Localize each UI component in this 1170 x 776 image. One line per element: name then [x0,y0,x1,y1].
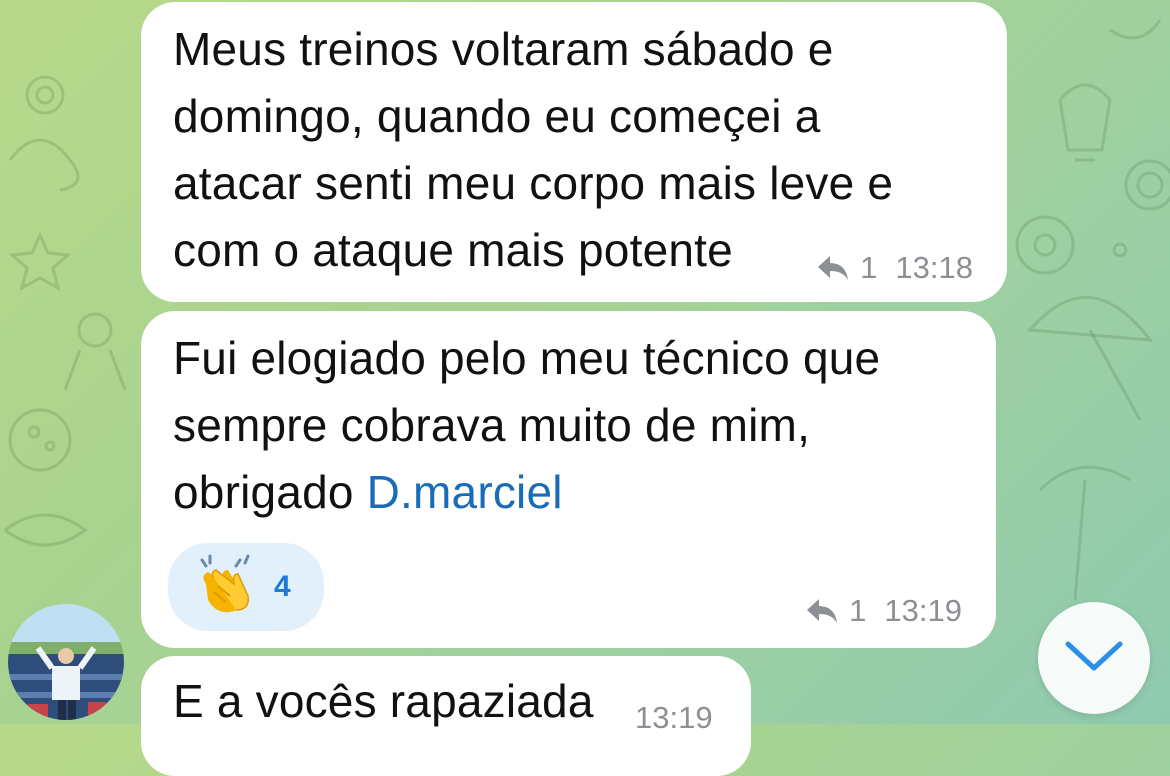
user-mention-link[interactable]: D.marciel [367,466,563,518]
reply-count[interactable]: 1 [860,250,877,286]
message-text-segment: obrigado [173,466,367,518]
message-bubble[interactable]: E a vocês rapaziada 13:19 [141,656,751,776]
message-text-line: Meus treinos voltaram sábado e [173,23,834,75]
message-text: E a vocês rapaziada [173,668,594,735]
message-text: Meus treinos voltaram sábado e domingo, … [173,16,993,284]
message-meta: 1 13:18 [816,250,973,286]
scroll-to-bottom-button[interactable] [1038,602,1150,714]
reaction-chip[interactable]: 4 [168,543,324,631]
message-text-line: obrigado D.marciel [173,459,983,526]
message-text-line: sempre cobrava muito de mim, [173,399,811,451]
chevron-down-icon [1064,638,1124,679]
message-text-line: atacar senti meu corpo mais leve e [173,157,894,209]
message-time: 13:19 [635,700,713,735]
message-bubble[interactable]: Fui elogiado pelo meu técnico que sempre… [141,311,996,648]
reply-count[interactable]: 1 [849,593,866,629]
message-time: 13:18 [895,250,973,285]
message-time: 13:19 [884,593,962,628]
reaction-count: 4 [274,570,291,603]
message-bubble[interactable]: Meus treinos voltaram sábado e domingo, … [141,2,1007,302]
message-meta: 1 13:19 [805,593,962,629]
reply-arrow-icon[interactable] [805,597,839,625]
message-text: Fui elogiado pelo meu técnico que sempre… [173,325,983,526]
clapping-hands-icon [196,554,256,621]
message-text-line: E a vocês rapaziada [173,675,594,727]
message-text-line: domingo, quando eu começei a [173,90,821,142]
message-meta: 13:19 [635,700,713,736]
message-text-line: Fui elogiado pelo meu técnico que [173,332,881,384]
avatar[interactable] [8,604,124,720]
reply-arrow-icon[interactable] [816,254,850,282]
